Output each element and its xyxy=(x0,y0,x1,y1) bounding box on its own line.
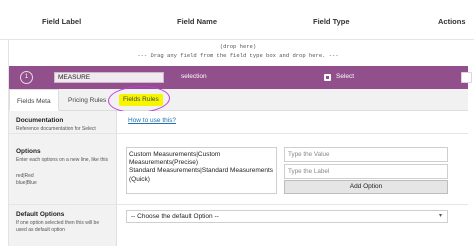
field-order-badge: 1 xyxy=(20,71,33,84)
documentation-heading: Documentation xyxy=(16,117,64,124)
drop-zone-hint: --- Drag any field from the field type b… xyxy=(137,52,339,59)
add-option-button[interactable]: Add Option xyxy=(284,180,448,194)
fields-table-header: Field Label Field Name Field Type Action… xyxy=(0,0,474,40)
drop-zone[interactable]: (drop here) --- Drag any field from the … xyxy=(8,38,468,62)
default-option-select[interactable]: -- Choose the default Option -- ▾ xyxy=(126,210,448,223)
default-option-value: -- Choose the default Option -- xyxy=(131,213,219,220)
field-header-bar[interactable]: 1 MEASURE selection Select xyxy=(9,66,472,89)
chevron-down-icon: ▾ xyxy=(438,213,442,219)
column-field-name: Field Name xyxy=(177,17,218,26)
field-type-label: selection xyxy=(181,73,207,80)
drop-zone-label: (drop here) xyxy=(219,43,257,50)
row-divider xyxy=(9,204,468,205)
field-tabs: Fields Meta Pricing Rules Fields Rules xyxy=(9,89,468,111)
options-line: Standard Measurements|Standard Measureme… xyxy=(129,167,274,175)
options-line: Measurements(Precise) xyxy=(129,159,198,167)
options-example-red: red|Red xyxy=(16,173,34,179)
options-example-blue: blue|Blue xyxy=(16,180,37,186)
default-options-heading: Default Options xyxy=(16,211,65,218)
select-type-icon xyxy=(324,74,331,81)
option-value-input[interactable]: Type the Value xyxy=(284,147,448,162)
settings-labels-column: Documentation Reference documentation fo… xyxy=(9,111,117,246)
options-heading: Options xyxy=(16,148,41,155)
column-field-type: Field Type xyxy=(313,17,350,26)
options-line: Custom Measurements|Custom xyxy=(129,151,221,158)
tab-fields-meta[interactable]: Fields Meta xyxy=(9,89,59,111)
options-textarea[interactable]: Custom Measurements|Custom Measurements(… xyxy=(126,147,277,194)
options-line: (Quick) xyxy=(129,175,150,183)
tab-pricing-rules[interactable]: Pricing Rules xyxy=(61,89,113,111)
column-actions: Actions xyxy=(438,17,466,26)
option-label-input[interactable]: Type the Label xyxy=(284,164,448,179)
row-divider xyxy=(9,133,468,134)
options-description: Enter each options on a new line, like t… xyxy=(16,157,108,163)
default-options-desc-line1: If one option selected then this will be xyxy=(16,220,100,226)
collapse-toggle-icon[interactable] xyxy=(461,72,472,83)
default-options-desc-line2: used as default option xyxy=(16,227,65,233)
field-name-input[interactable]: MEASURE xyxy=(54,72,164,83)
column-field-label: Field Label xyxy=(42,17,82,26)
documentation-description: Reference documentation for Select xyxy=(16,126,96,132)
field-type-button[interactable]: Select xyxy=(336,73,354,80)
how-to-use-link[interactable]: How to use this? xyxy=(128,117,176,124)
